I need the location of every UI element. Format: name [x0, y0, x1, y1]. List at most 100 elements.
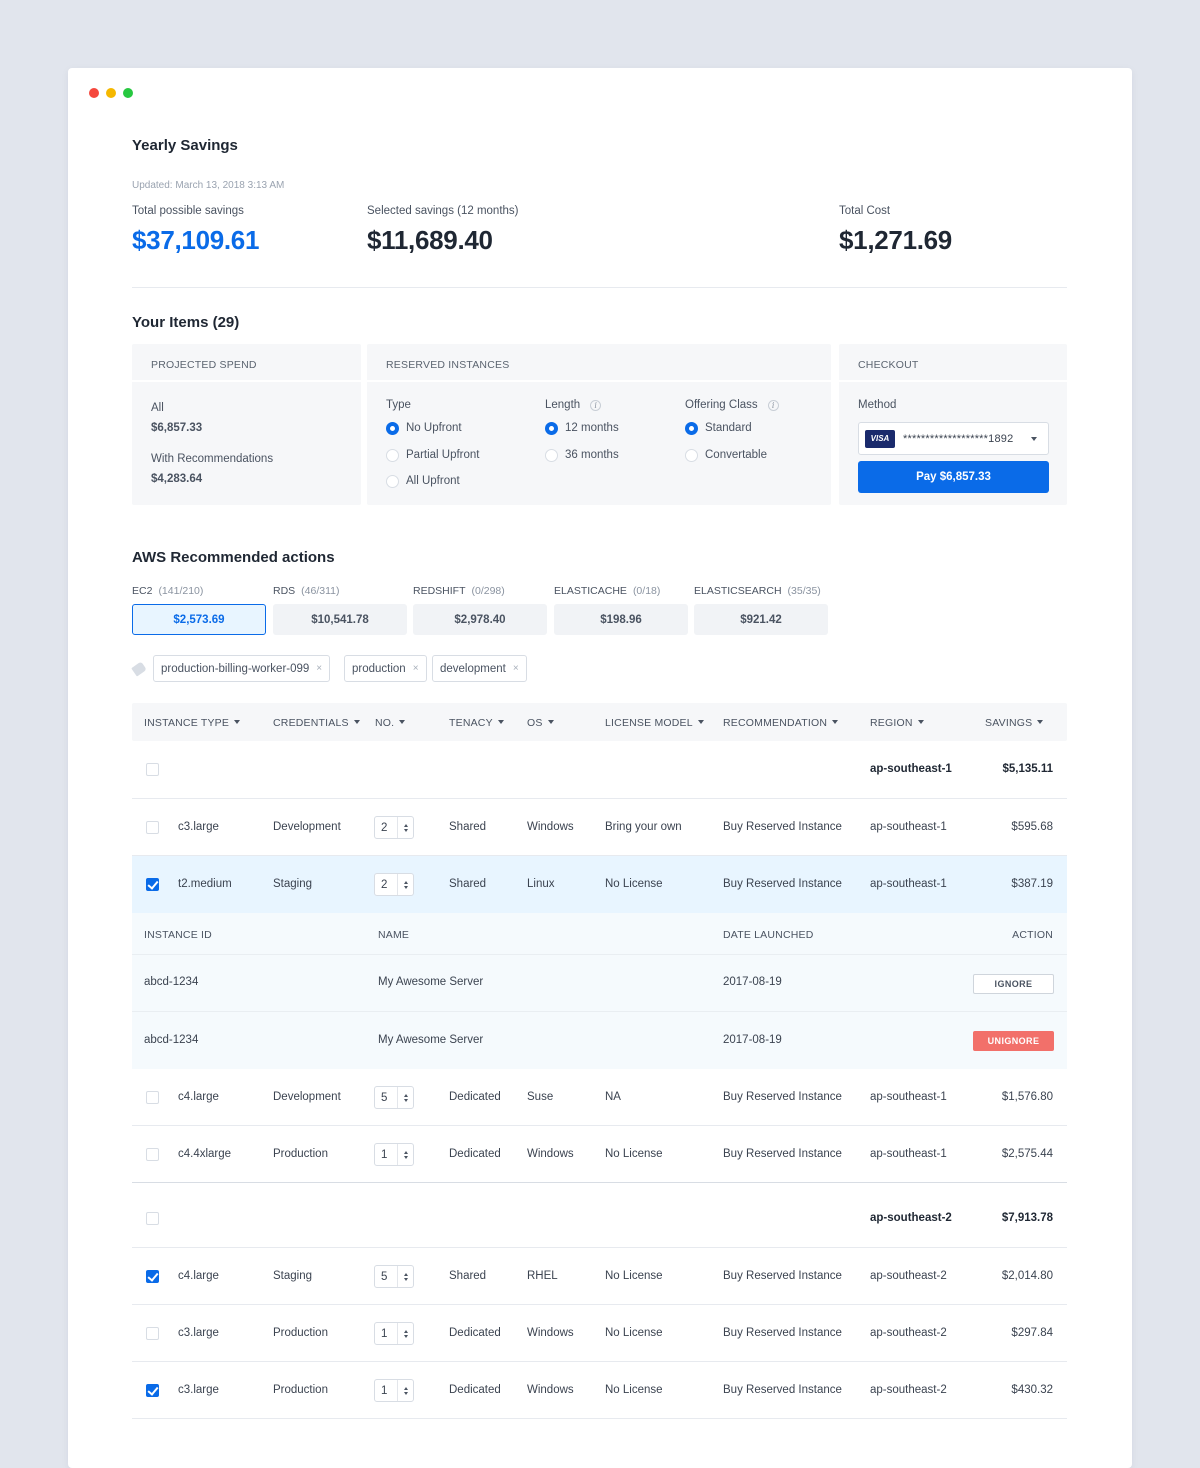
row-checkbox[interactable]: [146, 1212, 159, 1225]
cell-license: No License: [605, 1384, 663, 1396]
radio-no-upfront[interactable]: No Upfront: [386, 421, 462, 435]
table-group-row: ap-southeast-2 $7,913.78: [132, 1190, 1067, 1248]
cell-tenancy: Dedicated: [449, 1091, 501, 1103]
sort-icon: [1037, 720, 1044, 724]
cell-region: ap-southeast-1: [870, 878, 947, 890]
cell-recommendation: Buy Reserved Instance: [723, 1384, 842, 1396]
table-row[interactable]: c3.large Development 2 Shared Windows Br…: [132, 799, 1067, 856]
projected-all-label: All: [151, 402, 164, 414]
table-row[interactable]: c4.4xlarge Production 1 Dedicated Window…: [132, 1126, 1067, 1183]
quantity-stepper[interactable]: 1: [374, 1322, 414, 1345]
radio-selected-icon: [386, 421, 399, 435]
cell-license: No License: [605, 1270, 663, 1282]
column-header[interactable]: RECOMMENDATION: [723, 717, 839, 729]
row-checkbox[interactable]: [146, 1327, 159, 1340]
maximize-window-button[interactable]: [123, 88, 133, 98]
filter-tag[interactable]: production-billing-worker-099 ×: [153, 655, 331, 682]
table-row[interactable]: c3.large Production 1 Dedicated Windows …: [132, 1362, 1067, 1419]
cell-instance-type: c3.large: [178, 821, 219, 833]
method-label: Method: [858, 399, 897, 411]
stepper-arrows-icon[interactable]: [397, 1087, 413, 1108]
service-tab-elasticache[interactable]: $198.96: [554, 604, 688, 635]
close-icon[interactable]: ×: [513, 663, 519, 674]
service-label-redshift: REDSHIFT (0/298): [413, 585, 505, 597]
table-row[interactable]: c4.large Staging 5 Shared RHEL No Licens…: [132, 1248, 1067, 1305]
filter-tag[interactable]: production ×: [344, 655, 427, 682]
cell-license: No License: [605, 1148, 663, 1160]
sub-column-header: DATE LAUNCHED: [723, 929, 814, 941]
row-checkbox[interactable]: [146, 1148, 159, 1161]
cell-instance-type: c3.large: [178, 1327, 219, 1339]
cell-os: Suse: [527, 1091, 554, 1103]
stepper-arrows-icon[interactable]: [397, 1266, 413, 1287]
ignore-button[interactable]: IGNORE: [973, 974, 1054, 994]
radio-partial-upfront[interactable]: Partial Upfront: [386, 448, 480, 462]
stepper-arrows-icon[interactable]: [397, 1323, 413, 1344]
column-header[interactable]: OS: [527, 717, 554, 729]
row-checkbox[interactable]: [146, 763, 159, 776]
column-header[interactable]: NO.: [375, 717, 406, 729]
row-checkbox[interactable]: [146, 1091, 159, 1104]
stepper-arrows-icon[interactable]: [397, 1144, 413, 1165]
card-number: *******************1892: [903, 432, 1014, 445]
your-items-title: Your Items (29): [132, 314, 240, 331]
row-checkbox-checked[interactable]: [146, 1270, 159, 1283]
stepper-arrows-icon[interactable]: [397, 817, 413, 838]
updated-timestamp: Updated: March 13, 2018 3:13 AM: [132, 180, 285, 191]
stepper-arrows-icon[interactable]: [397, 874, 413, 895]
unignore-button[interactable]: UNIGNORE: [973, 1031, 1054, 1051]
quantity-stepper[interactable]: 2: [374, 873, 414, 896]
radio-convertable[interactable]: Convertable: [685, 448, 767, 462]
column-header[interactable]: INSTANCE TYPE: [144, 717, 241, 729]
cell-recommendation: Buy Reserved Instance: [723, 1270, 842, 1282]
radio-standard[interactable]: Standard: [685, 421, 752, 435]
table-row[interactable]: c3.large Production 1 Dedicated Windows …: [132, 1305, 1067, 1362]
column-header[interactable]: SAVINGS: [985, 717, 1044, 729]
quantity-stepper[interactable]: 5: [374, 1086, 414, 1109]
column-header[interactable]: CREDENTIALS: [273, 717, 360, 729]
info-icon[interactable]: i: [590, 400, 602, 411]
radio-all-upfront[interactable]: All Upfront: [386, 474, 460, 488]
radio-12-months[interactable]: 12 months: [545, 421, 619, 435]
cell-recommendation: Buy Reserved Instance: [723, 821, 842, 833]
quantity-stepper[interactable]: 1: [374, 1143, 414, 1166]
cell-savings: $430.32: [1011, 1384, 1053, 1396]
row-checkbox-checked[interactable]: [146, 1384, 159, 1397]
cell-license: NA: [605, 1091, 621, 1103]
payment-method-select[interactable]: VISA *******************1892: [858, 422, 1049, 455]
sort-icon: [234, 720, 241, 724]
column-header[interactable]: REGION: [870, 717, 924, 729]
service-tab-elasticsearch[interactable]: $921.42: [694, 604, 828, 635]
table-header: INSTANCE TYPE CREDENTIALS NO. TENACY OS …: [132, 703, 1067, 741]
close-icon[interactable]: ×: [413, 663, 419, 674]
cell-credentials: Staging: [273, 878, 313, 890]
close-window-button[interactable]: [89, 88, 99, 98]
quantity-stepper[interactable]: 1: [374, 1379, 414, 1402]
column-header[interactable]: TENACY: [449, 717, 504, 729]
table-row-selected[interactable]: t2.medium Staging 2 Shared Linux No Lice…: [132, 856, 1067, 913]
filter-tag[interactable]: development ×: [432, 655, 527, 682]
row-checkbox[interactable]: [146, 821, 159, 834]
service-tab-redshift[interactable]: $2,978.40: [413, 604, 547, 635]
quantity-stepper[interactable]: 2: [374, 816, 414, 839]
table-row[interactable]: c4.large Development 5 Dedicated Suse NA…: [132, 1069, 1067, 1126]
close-icon[interactable]: ×: [316, 663, 322, 674]
pay-button[interactable]: Pay $6,857.33: [858, 461, 1049, 493]
info-icon[interactable]: i: [767, 400, 779, 411]
radio-36-months[interactable]: 36 months: [545, 448, 619, 462]
cell-recommendation: Buy Reserved Instance: [723, 1148, 842, 1160]
cell-date-launched: 2017-08-19: [723, 976, 782, 988]
group-savings: $7,913.78: [1001, 1212, 1053, 1224]
total-cost-value: $1,271.69: [839, 225, 952, 255]
minimize-window-button[interactable]: [106, 88, 116, 98]
row-checkbox-checked[interactable]: [146, 878, 159, 891]
service-tab-rds[interactable]: $10,541.78: [273, 604, 407, 635]
cell-credentials: Production: [273, 1327, 328, 1339]
cell-tenancy: Shared: [449, 878, 487, 890]
service-label-ec2: EC2 (141/210): [132, 585, 204, 597]
column-header[interactable]: LICENSE MODEL: [605, 717, 704, 729]
service-tab-ec2[interactable]: $2,573.69: [132, 604, 266, 635]
quantity-stepper[interactable]: 5: [374, 1265, 414, 1288]
stepper-arrows-icon[interactable]: [397, 1380, 413, 1401]
cell-license: No License: [605, 878, 663, 890]
